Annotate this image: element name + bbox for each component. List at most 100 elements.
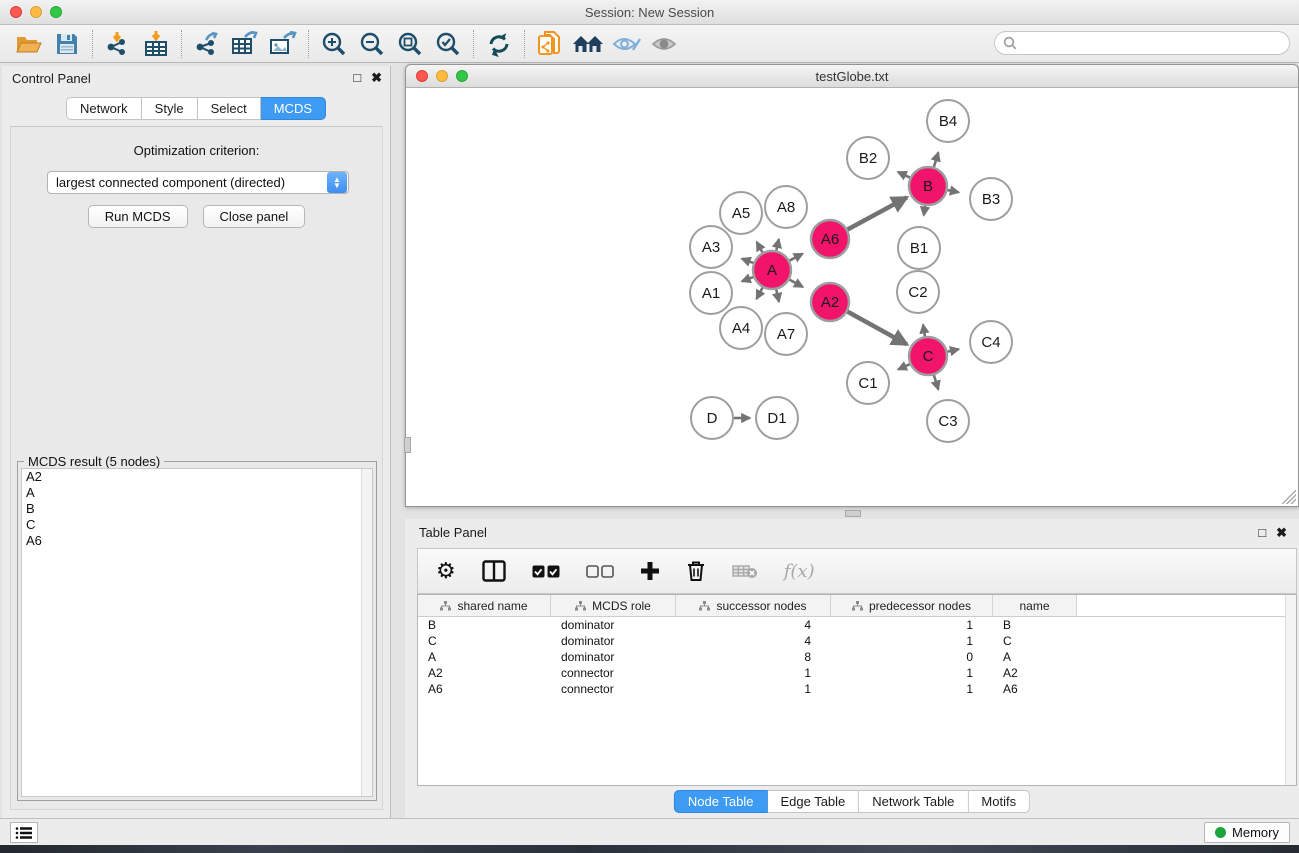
edge-C-C3[interactable] [934,375,938,389]
edge-A-A3[interactable] [742,259,753,263]
graph-node-A2[interactable]: A2 [811,283,849,321]
function-builder-icon[interactable]: f(x) [784,561,815,582]
graph-node-A4[interactable]: A4 [720,307,762,349]
table-settings-gear-icon[interactable]: ⚙ [436,560,456,582]
table-row[interactable]: Adominator80A [418,649,1296,665]
tab-edge-table[interactable]: Edge Table [767,790,859,813]
hide-details-icon[interactable] [607,28,645,60]
delete-column-icon[interactable] [686,560,706,582]
open-file-icon[interactable] [10,28,48,60]
export-table-icon[interactable] [226,28,264,60]
edge-C-C1[interactable] [898,364,910,369]
show-details-icon[interactable] [645,28,683,60]
edge-C-C4[interactable] [948,349,959,352]
table-row[interactable]: Cdominator41C [418,633,1296,649]
network-window-titlebar[interactable]: testGlobe.txt [406,65,1298,88]
graph-node-A8[interactable]: A8 [765,186,807,228]
edge-A2-C[interactable] [848,312,907,345]
graph-node-C1[interactable]: C1 [847,362,889,404]
tab-motifs[interactable]: Motifs [968,790,1030,813]
edge-C-C2[interactable] [923,325,925,337]
optimization-criterion-select[interactable]: largest connected component (directed) ▲… [47,171,349,194]
edge-B-B2[interactable] [898,172,910,178]
run-mcds-button[interactable]: Run MCDS [88,205,188,228]
edge-A-A2[interactable] [790,280,803,287]
column-header-name[interactable]: name [993,595,1077,616]
graph-node-B[interactable]: B [909,167,947,205]
close-panel-button[interactable]: Close panel [203,205,306,228]
edge-A6-B[interactable] [848,197,907,229]
table-row[interactable]: Bdominator41B [418,617,1296,633]
column-header-shared-name[interactable]: shared name [418,595,551,616]
export-image-icon[interactable] [264,28,302,60]
graph-node-C[interactable]: C [909,337,947,375]
tab-select[interactable]: Select [198,97,261,120]
graph-node-A[interactable]: A [753,251,791,289]
edge-A-A1[interactable] [742,277,753,281]
mcds-result-item[interactable]: A2 [22,469,372,485]
table-row[interactable]: A2connector11A2 [418,665,1296,681]
graph-node-A7[interactable]: A7 [765,313,807,355]
search-input[interactable] [1021,36,1289,50]
graph-node-A1[interactable]: A1 [690,272,732,314]
split-divider-grip[interactable] [845,510,861,517]
zoom-out-icon[interactable] [353,28,391,60]
graph-node-C2[interactable]: C2 [897,271,939,313]
delete-table-icon[interactable] [732,563,758,579]
graph-node-D[interactable]: D [691,397,733,439]
export-network-icon[interactable] [188,28,226,60]
graph-node-A3[interactable]: A3 [690,226,732,268]
graph-node-B2[interactable]: B2 [847,137,889,179]
graph-node-B4[interactable]: B4 [927,100,969,142]
edge-B-B4[interactable] [934,153,938,167]
mcds-result-item[interactable]: C [22,517,372,533]
neighbors-houses-icon[interactable] [569,28,607,60]
import-network-icon[interactable] [99,28,137,60]
graph-node-C3[interactable]: C3 [927,400,969,442]
close-panel-icon[interactable]: ✖ [1276,525,1287,541]
table-row[interactable]: A6connector11A6 [418,681,1296,697]
float-panel-icon[interactable]: □ [1258,525,1266,541]
select-all-columns-icon[interactable] [532,565,560,578]
zoom-in-icon[interactable] [315,28,353,60]
close-panel-icon[interactable]: ✖ [371,70,382,86]
edge-A-A5[interactable] [757,242,763,252]
tab-network-table[interactable]: Network Table [859,790,968,813]
tab-node-table[interactable]: Node Table [674,790,768,813]
tab-style[interactable]: Style [142,97,198,120]
share-documents-icon[interactable] [531,28,569,60]
network-canvas[interactable]: B4 B2 B B3 A5A8A6 A3 B1 A A1 C2 A2 A4A7 C4 C C1 C3 D D1 [407,89,1297,505]
column-header-predecessor-nodes[interactable]: predecessor nodes [831,595,993,616]
show-column-panel-icon[interactable] [482,560,506,582]
mcds-result-item[interactable]: A6 [22,533,372,549]
search-field[interactable] [994,31,1290,55]
save-session-icon[interactable] [48,28,86,60]
mcds-result-list[interactable]: A2ABCA6 [21,468,373,797]
scrollbar-track[interactable] [361,469,372,796]
unselect-all-columns-icon[interactable] [586,565,614,578]
memory-button[interactable]: Memory [1204,822,1290,843]
graph-node-B3[interactable]: B3 [970,178,1012,220]
split-divider-grip[interactable] [404,437,411,453]
graph-node-B1[interactable]: B1 [898,227,940,269]
graph-node-A6[interactable]: A6 [811,220,849,258]
import-table-icon[interactable] [137,28,175,60]
float-panel-icon[interactable]: □ [353,70,361,86]
graph-node-D1[interactable]: D1 [756,397,798,439]
edge-B-B3[interactable] [948,190,959,192]
tab-network[interactable]: Network [66,97,142,120]
graph-node-A5[interactable]: A5 [720,192,762,234]
task-history-button[interactable] [10,822,38,843]
edge-A-A4[interactable] [757,288,763,299]
zoom-fit-icon[interactable] [391,28,429,60]
graph-node-C4[interactable]: C4 [970,321,1012,363]
add-column-icon[interactable] [640,561,660,581]
edge-A-A7[interactable] [776,290,779,302]
edge-A-A8[interactable] [776,239,779,250]
mcds-result-item[interactable]: A [22,485,372,501]
edge-A-A6[interactable] [790,254,803,261]
refresh-icon[interactable] [480,28,518,60]
zoom-selected-icon[interactable] [429,28,467,60]
resize-grip-icon[interactable] [1282,490,1296,504]
column-header-MCDS-role[interactable]: MCDS role [551,595,676,616]
